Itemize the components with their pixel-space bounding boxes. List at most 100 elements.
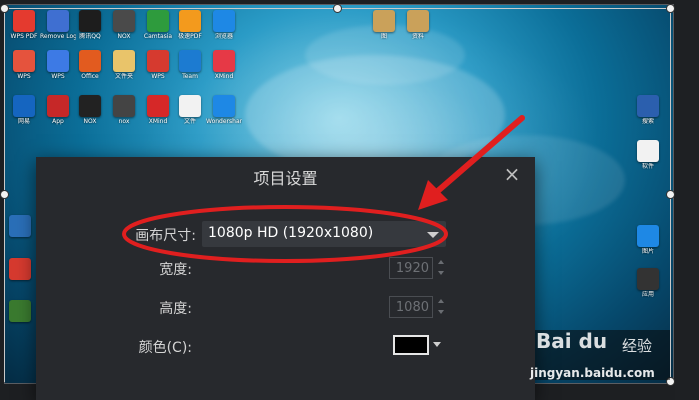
canvas-size-value: 1080p HD (1920x1080) [208,225,374,241]
height-stepper[interactable] [436,296,446,318]
desktop-icon[interactable]: 搜索 [630,95,666,125]
desktop-icon[interactable]: nox [106,95,142,125]
app-icon [13,95,35,117]
desktop-icon[interactable]: 腾讯QQ [72,10,108,40]
desktop-icon-label: 资料 [411,33,424,40]
desktop-icon-label: WPS [51,73,65,80]
app-icon [213,95,235,117]
desktop-icon-label: 浏览器 [214,33,233,40]
stepper-down-icon [438,271,444,275]
screenshot-stage: WPS PDFRemove Logo Now腾讯QQ NOX Camtasia 极速P… [0,0,699,400]
desktop-icon[interactable] [6,300,34,322]
desktop-icon[interactable]: NOX [72,95,108,125]
width-stepper[interactable] [436,257,446,279]
app-icon [637,225,659,247]
desktop-icon[interactable]: 文件 [172,95,208,125]
desktop-icon-label: 网易 [17,118,30,125]
app-icon [79,50,101,72]
desktop-icon[interactable]: Office [72,50,108,80]
baidu-logo: Bai du [536,329,608,353]
canvas-size-dropdown[interactable]: 1080p HD (1920x1080) [202,221,446,247]
app-icon [373,10,395,32]
app-icon [47,50,69,72]
watermark-jingyan: 经验 [622,337,653,355]
app-icon [13,50,35,72]
desktop-icon[interactable]: 应用 [630,268,666,298]
resize-handle-middle-left[interactable] [0,190,9,199]
desktop-icon[interactable]: WPS [40,50,76,80]
app-icon [179,50,201,72]
app-icon [179,10,201,32]
desktop-icon[interactable]: 文件夹 [106,50,142,80]
desktop-icon[interactable]: Wondershare [206,95,242,125]
app-icon [637,140,659,162]
close-button[interactable]: × [501,163,523,185]
desktop-icon[interactable]: 软件 [630,140,666,170]
desktop-icon[interactable]: NOX [106,10,142,40]
app-icon [47,10,69,32]
width-label: 宽度: [159,262,192,278]
desktop-icon[interactable]: WPS [6,50,42,80]
width-input[interactable] [390,258,432,278]
stepper-up-icon [438,299,444,303]
desktop-icon[interactable]: Camtasia [140,10,176,40]
desktop-icon-label: 图 [380,33,387,40]
stepper-down-icon [438,310,444,314]
app-icon [637,268,659,290]
desktop-icon-label: NOX [83,118,97,125]
desktop-icon-label: XMind [214,73,234,80]
desktop-icon-label: Wondershare [206,118,242,125]
height-field[interactable] [389,296,433,318]
resize-handle-top-center[interactable] [333,4,342,13]
desktop-icon-label: Office [81,73,99,80]
desktop-icon[interactable]: XMind [206,50,242,80]
app-icon [213,10,235,32]
app-icon [179,95,201,117]
desktop-icon-label: WPS [17,73,31,80]
app-icon [113,95,135,117]
desktop-icon-label: WPS [151,73,165,80]
app-icon [113,10,135,32]
height-input[interactable] [390,297,432,317]
desktop-icon[interactable] [6,215,34,237]
desktop-icon-label: Camtasia [143,33,173,40]
desktop-icon[interactable]: 资料 [400,10,436,40]
width-field[interactable] [389,257,433,279]
desktop-icon-label: XMind [148,118,168,125]
resize-handle-top-right[interactable] [666,4,675,13]
app-icon [9,258,31,280]
watermark-url: jingyan.baidu.com [530,366,655,380]
desktop-icon[interactable]: 图 [366,10,402,40]
desktop-icon[interactable]: App [40,95,76,125]
desktop-icon-label: WPS PDF [10,33,38,40]
stepper-up-icon [438,260,444,264]
desktop-icon-label: 应用 [641,291,654,298]
desktop-icon[interactable]: 网易 [6,95,42,125]
baidu-watermark: Bai du 经验 jingyan.baidu.com [530,325,670,385]
app-icon [9,215,31,237]
desktop-icon[interactable]: Team [172,50,208,80]
canvas-size-label: 画布尺寸: [135,228,196,244]
project-settings-dialog: 项目设置 × 画布尺寸: 1080p HD (1920x1080) 宽度: 高度… [36,157,535,400]
desktop-icon-label: 腾讯QQ [79,33,101,40]
desktop-icon[interactable]: 浏览器 [206,10,242,40]
resize-handle-top-left[interactable] [0,4,9,13]
desktop-icon-label: nox [118,118,130,125]
desktop-icon[interactable]: Remove Logo Now [40,10,76,40]
height-label: 高度: [159,301,192,317]
desktop-icon-label: 软件 [641,163,654,170]
chevron-down-icon [427,232,439,238]
desktop-icon[interactable]: 极速PDF [172,10,208,40]
color-swatch [393,335,429,355]
desktop-icon[interactable]: WPS [140,50,176,80]
desktop-icon-label: NOX [117,33,131,40]
app-icon [13,10,35,32]
desktop-icon-label: App [52,118,64,125]
color-picker[interactable] [391,333,445,357]
desktop-icon[interactable]: WPS PDF [6,10,42,40]
desktop-icon[interactable]: 图片 [630,225,666,255]
app-icon [47,95,69,117]
resize-handle-middle-right[interactable] [666,190,675,199]
desktop-icon[interactable] [6,258,34,280]
desktop-icon[interactable]: XMind [140,95,176,125]
